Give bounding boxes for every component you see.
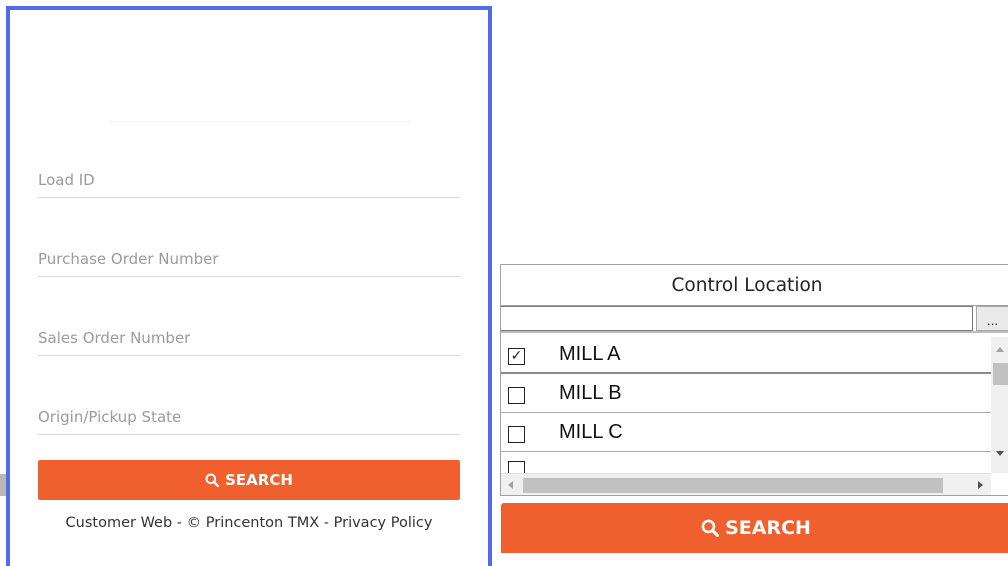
sales-order-field[interactable]	[38, 326, 460, 356]
control-location-panel: Control Location ... ✓ MILL A MILL B MIL…	[500, 264, 1008, 496]
scroll-left-icon[interactable]	[508, 481, 513, 489]
vertical-scrollbar[interactable]	[991, 337, 1008, 473]
origin-state-field[interactable]	[38, 405, 460, 435]
list-item-mill-b[interactable]: MILL B	[501, 374, 991, 413]
list-item-label: MILL B	[559, 382, 622, 404]
list-item-label: MILL A	[559, 343, 621, 365]
footer-separator: -	[172, 515, 187, 531]
control-location-header: Control Location	[501, 265, 1008, 306]
footer-copyright: © Princenton TMX	[186, 515, 320, 531]
control-location-filter-input[interactable]	[501, 306, 973, 331]
filter-row: ...	[501, 306, 1008, 333]
origin-state-input[interactable]	[38, 405, 460, 434]
search-button[interactable]: SEARCH	[38, 460, 460, 500]
checkbox-icon[interactable]	[508, 426, 525, 443]
checkbox-icon[interactable]	[508, 461, 525, 473]
list-item-label: MILL C	[559, 421, 623, 443]
list-item-mill-a[interactable]: ✓ MILL A	[501, 335, 991, 374]
purchase-order-input[interactable]	[38, 247, 460, 276]
browse-button[interactable]: ...	[976, 306, 1008, 331]
privacy-policy-link[interactable]: Privacy Policy	[334, 515, 433, 531]
control-location-search-button[interactable]: SEARCH	[501, 503, 1008, 553]
search-panel: SEARCH Customer Web - © Princenton TMX -…	[6, 6, 492, 566]
horizontal-scrollbar[interactable]	[501, 473, 991, 495]
footer-separator-2: -	[319, 515, 334, 531]
footer: Customer Web - © Princenton TMX - Privac…	[38, 515, 460, 531]
control-location-list: ✓ MILL A MILL B MILL C	[501, 335, 991, 473]
search-icon	[205, 473, 220, 487]
footer-customer-web: Customer Web	[65, 515, 173, 531]
search-icon	[701, 519, 720, 537]
purchase-order-field[interactable]	[38, 247, 460, 277]
checkbox-icon[interactable]	[508, 387, 525, 404]
load-id-input[interactable]	[38, 168, 460, 197]
horizontal-scroll-thumb[interactable]	[523, 478, 943, 493]
load-id-field[interactable]	[38, 168, 460, 198]
checkbox-icon[interactable]: ✓	[508, 348, 525, 365]
scroll-up-icon[interactable]	[996, 347, 1004, 352]
search-button-label: SEARCH	[225, 471, 293, 489]
control-location-search-label: SEARCH	[725, 517, 811, 539]
scroll-down-icon[interactable]	[996, 451, 1004, 456]
logo-placeholder-divider	[110, 121, 410, 122]
scroll-right-icon[interactable]	[978, 481, 983, 489]
list-item-mill-c[interactable]: MILL C	[501, 413, 991, 452]
sales-order-input[interactable]	[38, 326, 460, 355]
vertical-scroll-thumb[interactable]	[993, 363, 1008, 385]
